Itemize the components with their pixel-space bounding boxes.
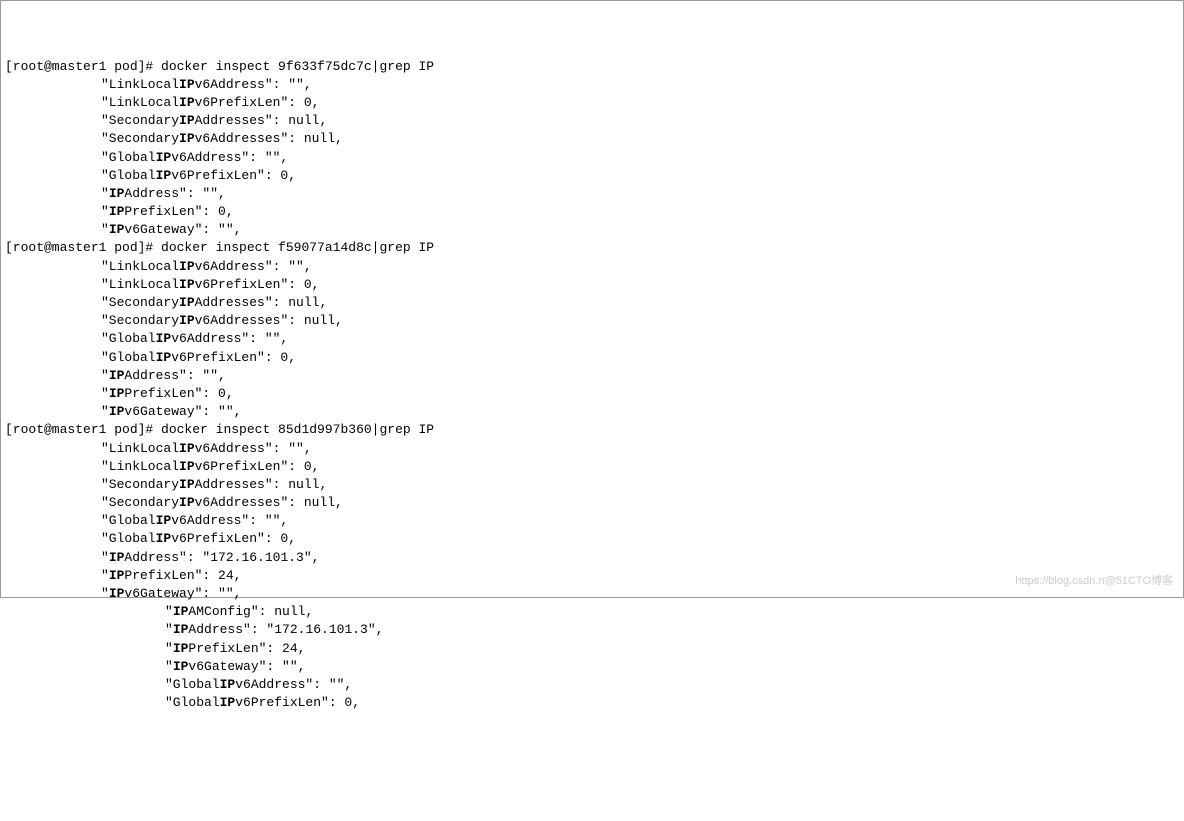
terminal-output[interactable]: [root@master1 pod]# docker inspect 9f633…	[5, 58, 1179, 713]
output-line: "IPv6Gateway": "",	[5, 403, 1179, 421]
output-line: "GlobalIPv6PrefixLen": 0,	[5, 694, 1179, 712]
output-line: "LinkLocalIPv6Address": "",	[5, 440, 1179, 458]
output-line: "SecondaryIPv6Addresses": null,	[5, 312, 1179, 330]
output-line: "IPAMConfig": null,	[5, 603, 1179, 621]
output-line: "GlobalIPv6PrefixLen": 0,	[5, 167, 1179, 185]
output-line: "GlobalIPv6Address": "",	[5, 676, 1179, 694]
output-line: "LinkLocalIPv6Address": "",	[5, 258, 1179, 276]
command-line: [root@master1 pod]# docker inspect f5907…	[5, 239, 1179, 257]
command-line: [root@master1 pod]# docker inspect 85d1d…	[5, 421, 1179, 439]
watermark-text: https://blog.csdn.n@51CTO博客	[1015, 574, 1173, 589]
output-line: "GlobalIPv6PrefixLen": 0,	[5, 530, 1179, 548]
output-line: "SecondaryIPAddresses": null,	[5, 112, 1179, 130]
output-line: "GlobalIPv6PrefixLen": 0,	[5, 349, 1179, 367]
command-text: docker inspect f59077a14d8c|grep IP	[161, 240, 434, 255]
output-line: "GlobalIPv6Address": "",	[5, 330, 1179, 348]
output-line: "IPAddress": "172.16.101.3",	[5, 621, 1179, 639]
shell-prompt: [root@master1 pod]#	[5, 240, 161, 255]
output-line: "LinkLocalIPv6PrefixLen": 0,	[5, 276, 1179, 294]
output-line: "GlobalIPv6Address": "",	[5, 149, 1179, 167]
output-line: "LinkLocalIPv6PrefixLen": 0,	[5, 458, 1179, 476]
output-line: "IPPrefixLen": 0,	[5, 385, 1179, 403]
output-line: "SecondaryIPAddresses": null,	[5, 476, 1179, 494]
output-line: "IPPrefixLen": 0,	[5, 203, 1179, 221]
command-text: docker inspect 9f633f75dc7c|grep IP	[161, 59, 434, 74]
command-line: [root@master1 pod]# docker inspect 9f633…	[5, 58, 1179, 76]
output-line: "SecondaryIPv6Addresses": null,	[5, 494, 1179, 512]
shell-prompt: [root@master1 pod]#	[5, 59, 161, 74]
output-line: "SecondaryIPv6Addresses": null,	[5, 130, 1179, 148]
output-line: "IPv6Gateway": "",	[5, 658, 1179, 676]
output-line: "LinkLocalIPv6Address": "",	[5, 76, 1179, 94]
output-line: "GlobalIPv6Address": "",	[5, 512, 1179, 530]
output-line: "IPv6Gateway": "",	[5, 221, 1179, 239]
command-text: docker inspect 85d1d997b360|grep IP	[161, 422, 434, 437]
shell-prompt: [root@master1 pod]#	[5, 422, 161, 437]
output-line: "SecondaryIPAddresses": null,	[5, 294, 1179, 312]
output-line: "IPAddress": "",	[5, 185, 1179, 203]
output-line: "IPv6Gateway": "",	[5, 585, 1179, 603]
output-line: "IPPrefixLen": 24,	[5, 640, 1179, 658]
output-line: "IPAddress": "",	[5, 367, 1179, 385]
output-line: "LinkLocalIPv6PrefixLen": 0,	[5, 94, 1179, 112]
output-line: "IPPrefixLen": 24,	[5, 567, 1179, 585]
output-line: "IPAddress": "172.16.101.3",	[5, 549, 1179, 567]
